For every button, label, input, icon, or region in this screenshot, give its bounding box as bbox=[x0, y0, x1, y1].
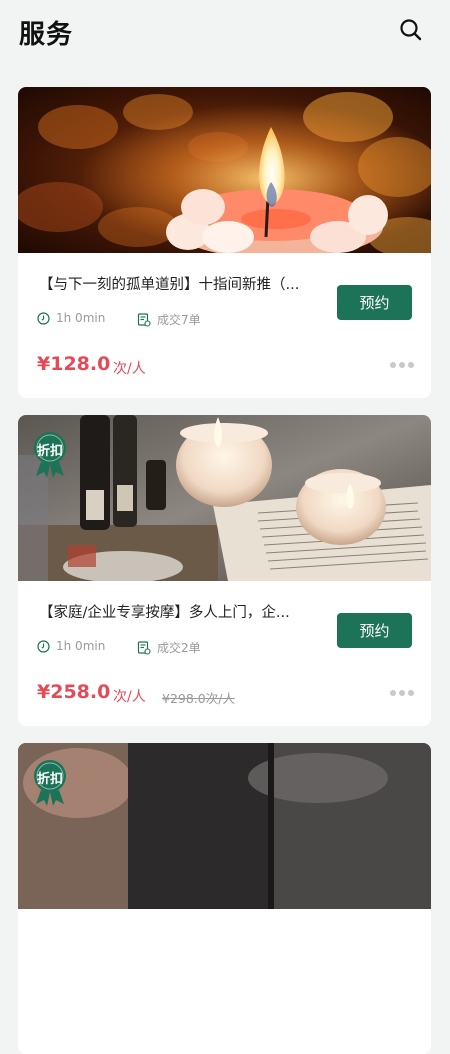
more-options-button[interactable] bbox=[390, 361, 414, 369]
deal-count: 成交2单 bbox=[137, 639, 201, 656]
more-options-button[interactable] bbox=[390, 689, 414, 697]
search-button[interactable] bbox=[395, 14, 427, 46]
duration: 1h 0min bbox=[37, 311, 105, 325]
search-icon bbox=[400, 19, 422, 41]
dot-icon bbox=[399, 690, 405, 696]
deal-count-text: 成交7单 bbox=[157, 313, 201, 327]
discount-badge-label: 折扣 bbox=[36, 444, 63, 459]
price-unit: 次/人 bbox=[113, 689, 146, 705]
service-title: 【家庭/企业专享按摩】多人上门，企... bbox=[39, 605, 290, 621]
discount-badge: 折扣 bbox=[32, 760, 68, 806]
dot-icon bbox=[408, 690, 414, 696]
deal-count-text: 成交2单 bbox=[157, 641, 201, 655]
price: ¥128.0 bbox=[37, 353, 111, 375]
service-image: 折扣 bbox=[18, 743, 431, 909]
duration-text: 1h 0min bbox=[56, 311, 106, 325]
service-card[interactable]: 【与下一刻的孤单道别】十指间新推（... 1h 0min 成交7单 预约 ¥12… bbox=[18, 87, 431, 398]
discount-badge: 折扣 bbox=[32, 432, 68, 478]
service-card[interactable]: 折扣 bbox=[18, 743, 431, 1054]
dot-icon bbox=[390, 690, 396, 696]
dot-icon bbox=[399, 362, 405, 368]
clock-icon bbox=[37, 311, 50, 325]
price-unit: 次/人 bbox=[113, 361, 146, 377]
service-image: 折扣 bbox=[18, 415, 431, 581]
receipt-icon bbox=[137, 640, 151, 655]
dot-icon bbox=[408, 362, 414, 368]
service-title: 【与下一刻的孤单道别】十指间新推（... bbox=[39, 277, 300, 293]
service-card[interactable]: 折扣 【家庭/企业专享按摩】多人上门，企... 1h 0min 成交2单 预约 … bbox=[18, 415, 431, 726]
original-price: ¥298.0次/人 bbox=[162, 691, 235, 706]
deal-count: 成交7单 bbox=[137, 311, 201, 328]
dot-icon bbox=[390, 362, 396, 368]
page-title: 服务 bbox=[19, 20, 74, 50]
book-button[interactable]: 预约 bbox=[337, 613, 412, 648]
book-button[interactable]: 预约 bbox=[337, 285, 412, 320]
price: ¥258.0 bbox=[37, 681, 111, 703]
discount-badge-label: 折扣 bbox=[36, 772, 63, 787]
service-image bbox=[18, 87, 431, 253]
header: 服务 bbox=[0, 0, 450, 62]
receipt-icon bbox=[137, 312, 151, 327]
duration-text: 1h 0min bbox=[56, 639, 106, 653]
duration: 1h 0min bbox=[37, 639, 105, 653]
clock-icon bbox=[37, 639, 50, 653]
